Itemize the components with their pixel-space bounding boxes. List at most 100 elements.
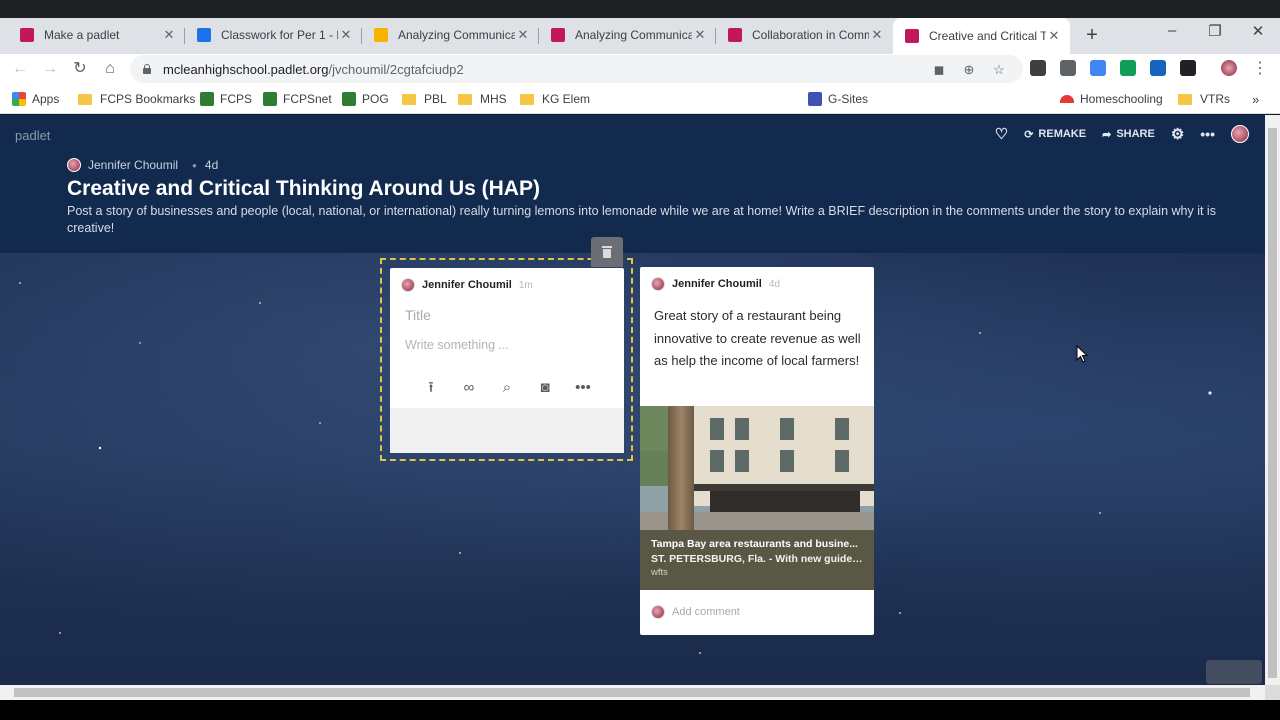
separator-dot: ● <box>192 160 197 170</box>
padlet-logo[interactable]: padlet <box>15 128 50 143</box>
slides-favicon-icon <box>374 28 388 42</box>
post-card[interactable]: Jennifer Choumil 4d Great story of a res… <box>640 267 874 635</box>
browser-window: Make a padlet ✕ Classwork for Per 1 - H … <box>0 0 1280 720</box>
restore-window-icon[interactable]: ❐ <box>1205 22 1225 40</box>
close-tab-icon[interactable]: ✕ <box>869 27 885 43</box>
blocked-camera-icon[interactable]: ◼ <box>931 62 947 78</box>
author-avatar <box>401 278 415 292</box>
bookmark-label: KG Elem <box>542 92 591 106</box>
profile-avatar[interactable] <box>1221 60 1237 76</box>
vertical-scrollbar[interactable] <box>1265 115 1280 685</box>
share-button[interactable]: ➦ SHARE <box>1102 128 1155 141</box>
remake-icon: ⟳ <box>1024 128 1034 141</box>
extension-classroom-icon[interactable] <box>1120 60 1136 76</box>
share-label: SHARE <box>1116 128 1155 140</box>
tab-make-a-padlet[interactable]: Make a padlet ✕ <box>8 20 185 50</box>
extension-screencast-icon[interactable] <box>1180 60 1196 76</box>
back-arrow-icon[interactable]: ← <box>9 58 31 80</box>
extension-calendar-icon[interactable] <box>1150 60 1166 76</box>
close-window-icon[interactable]: ✕ <box>1248 22 1268 40</box>
chrome-menu-icon[interactable]: ⋮ <box>1249 58 1271 80</box>
vertical-scroll-thumb[interactable] <box>1268 128 1277 678</box>
user-avatar[interactable] <box>1231 125 1249 143</box>
bookmark-label: FCPS <box>220 92 253 106</box>
board-age: 4d <box>204 158 219 172</box>
post-time: 1m <box>518 279 533 291</box>
trash-icon <box>602 246 612 258</box>
extension-keep-icon[interactable] <box>1060 60 1076 76</box>
bookmark-apps[interactable]: Apps <box>12 90 59 108</box>
reload-icon[interactable]: ↻ <box>69 58 91 80</box>
photo-window <box>835 418 849 440</box>
close-tab-icon[interactable]: ✕ <box>161 27 177 43</box>
extension-pocket-icon[interactable] <box>1030 60 1046 76</box>
post-body-input[interactable]: Write something ... <box>405 338 509 352</box>
bookmark-label: POG <box>362 92 389 106</box>
board-description: Post a story of businesses and people (l… <box>67 204 1216 235</box>
bookmark-vtrs[interactable]: VTRs <box>1178 90 1230 108</box>
tab-collaboration[interactable]: Collaboration in Comm ✕ <box>716 20 893 50</box>
heart-icon[interactable]: ♡ <box>995 125 1008 143</box>
padlet-favicon-icon <box>20 28 34 42</box>
extension-translate-icon[interactable] <box>1090 60 1106 76</box>
horizontal-scroll-thumb[interactable] <box>14 688 1250 697</box>
header-actions: ♡ ⟳ REMAKE ➦ SHARE ⚙ ••• <box>995 125 1249 143</box>
new-tab-button[interactable]: + <box>1082 24 1102 47</box>
scrollbar-corner <box>1265 685 1280 700</box>
post-title-input[interactable]: Title <box>405 307 431 323</box>
tab-classwork[interactable]: Classwork for Per 1 - H ✕ <box>185 20 362 50</box>
remake-button[interactable]: ⟳ REMAKE <box>1024 128 1086 141</box>
photo-window <box>735 418 749 440</box>
close-tab-icon[interactable]: ✕ <box>515 27 531 43</box>
video-overlay-controls[interactable] <box>1206 660 1262 684</box>
horizontal-scrollbar[interactable] <box>0 685 1265 700</box>
bookmark-mhs[interactable]: MHS <box>458 90 507 108</box>
tab-creative-critical-thinking[interactable]: Creative and Critical Th ✕ <box>893 18 1070 54</box>
more-attachments-icon[interactable]: ••• <box>572 378 594 398</box>
close-tab-icon[interactable]: ✕ <box>692 27 708 43</box>
restaurant-photo[interactable] <box>640 406 874 530</box>
classroom-favicon-icon <box>197 28 211 42</box>
tab-title: Classwork for Per 1 - H <box>221 28 338 42</box>
zoom-icon[interactable]: ⊕ <box>961 62 977 78</box>
more-bookmarks-icon[interactable]: » <box>1252 90 1259 108</box>
photo-tree-trunk <box>668 406 694 530</box>
apps-grid-icon <box>12 92 26 106</box>
more-options-icon[interactable]: ••• <box>1200 126 1215 142</box>
bookmark-kg-elem[interactable]: KG Elem <box>520 90 590 108</box>
address-bar[interactable]: mcleanhighschool.padlet.org/jvchoumil/2c… <box>130 55 1023 83</box>
camera-icon[interactable]: ◙ <box>534 378 556 398</box>
link-icon[interactable]: ∞ <box>458 378 480 398</box>
tab-analyzing-communication-padlet[interactable]: Analyzing Communicati ✕ <box>539 20 716 50</box>
close-tab-icon[interactable]: ✕ <box>1046 28 1062 44</box>
post-time: 4d <box>768 278 780 290</box>
bookmark-pbl[interactable]: PBL <box>402 90 447 108</box>
bookmark-fcps[interactable]: FCPS <box>200 90 252 108</box>
add-comment-field[interactable]: Add comment <box>651 605 740 619</box>
link-preview[interactable]: Tampa Bay area restaurants and busine...… <box>640 530 874 590</box>
tab-analyzing-communication-slides[interactable]: Analyzing Communicati ✕ <box>362 20 539 50</box>
gear-icon[interactable]: ⚙ <box>1171 125 1184 143</box>
author-avatar <box>67 158 81 172</box>
forward-arrow-icon[interactable]: → <box>39 58 61 80</box>
close-tab-icon[interactable]: ✕ <box>338 27 354 43</box>
bookmark-fcpsnet[interactable]: FCPSnet <box>263 90 332 108</box>
upload-icon[interactable]: ⭱ <box>420 378 442 398</box>
bookmark-star-icon[interactable]: ☆ <box>991 62 1007 78</box>
bookmark-fcps-bookmarks[interactable]: FCPS Bookmarks <box>78 90 195 108</box>
bookmark-label: G-Sites <box>828 92 869 106</box>
bookmark-homeschooling[interactable]: Homeschooling <box>1060 90 1163 108</box>
photo-window <box>710 418 724 440</box>
photo-window <box>780 450 794 472</box>
delete-post-button[interactable] <box>591 237 623 267</box>
photo-window <box>835 450 849 472</box>
padlet-favicon-icon <box>905 29 919 43</box>
padlet-favicon-icon <box>551 28 565 42</box>
minimize-window-icon[interactable]: – <box>1162 22 1182 39</box>
tab-title: Creative and Critical Th <box>929 29 1046 43</box>
bookmark-g-sites[interactable]: G-Sites <box>808 90 868 108</box>
search-icon[interactable]: ⌕ <box>496 378 518 398</box>
home-icon[interactable]: ⌂ <box>99 58 121 80</box>
board-title: Creative and Critical Thinking Around Us… <box>67 177 540 200</box>
bookmark-pog[interactable]: POG <box>342 90 389 108</box>
